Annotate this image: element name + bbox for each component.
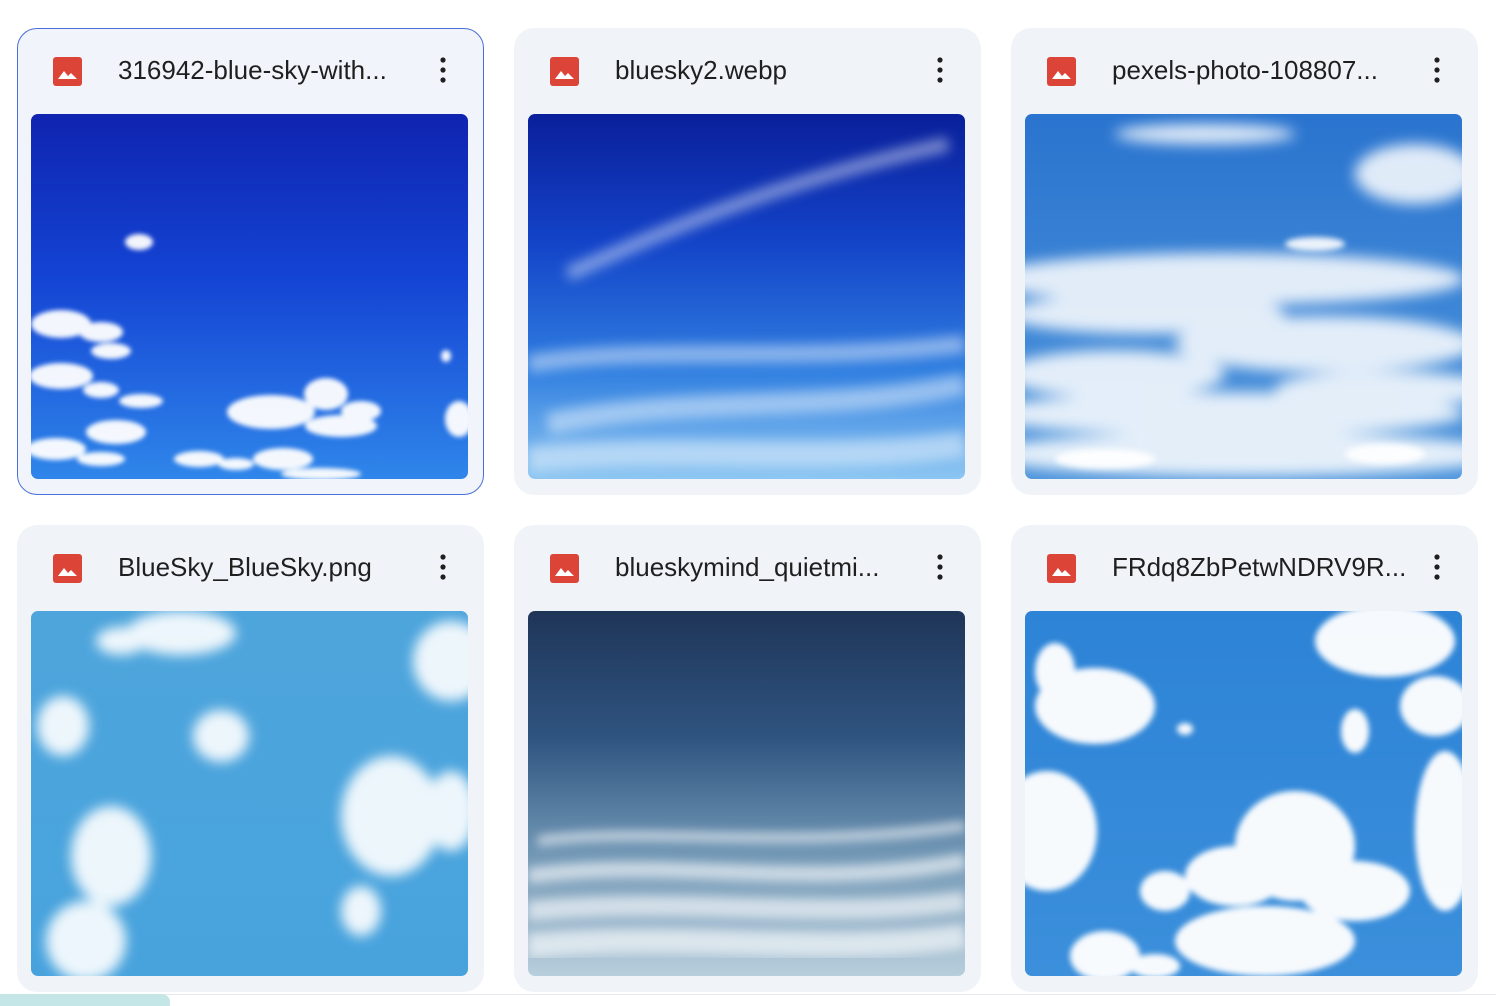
image-file-icon bbox=[1047, 57, 1076, 86]
file-card[interactable]: bluesky2.webp bbox=[514, 28, 981, 495]
image-thumbnail[interactable] bbox=[528, 611, 965, 976]
file-card-header: FRdq8ZbPetwNDRV9R... bbox=[1011, 525, 1478, 611]
file-name: blueskymind_quietmi... bbox=[615, 552, 880, 582]
image-file-icon bbox=[550, 554, 579, 583]
more-options-button[interactable] bbox=[1419, 50, 1455, 90]
file-name: bluesky2.webp bbox=[615, 55, 787, 85]
image-thumbnail[interactable] bbox=[1025, 114, 1462, 479]
file-card[interactable]: FRdq8ZbPetwNDRV9R... bbox=[1011, 525, 1478, 992]
image-thumbnail[interactable] bbox=[31, 611, 468, 976]
file-card[interactable]: BlueSky_BlueSky.png bbox=[17, 525, 484, 992]
file-card-header: 316942-blue-sky-with... bbox=[18, 29, 483, 115]
file-card[interactable]: pexels-photo-108807... bbox=[1011, 28, 1478, 495]
file-card-header: BlueSky_BlueSky.png bbox=[17, 525, 484, 611]
file-card-header: pexels-photo-108807... bbox=[1011, 28, 1478, 114]
file-card-header: bluesky2.webp bbox=[514, 28, 981, 114]
more-options-button[interactable] bbox=[425, 547, 461, 587]
image-file-icon bbox=[550, 57, 579, 86]
file-card[interactable]: blueskymind_quietmi... bbox=[514, 525, 981, 992]
file-card-header: blueskymind_quietmi... bbox=[514, 525, 981, 611]
file-card[interactable]: 316942-blue-sky-with... bbox=[17, 28, 484, 495]
more-options-button[interactable] bbox=[922, 547, 958, 587]
image-thumbnail[interactable] bbox=[1025, 611, 1462, 976]
more-options-button[interactable] bbox=[922, 50, 958, 90]
file-name: FRdq8ZbPetwNDRV9R... bbox=[1112, 552, 1407, 582]
image-thumbnail[interactable] bbox=[528, 114, 965, 479]
image-file-icon bbox=[53, 57, 82, 86]
file-name: 316942-blue-sky-with... bbox=[118, 55, 387, 85]
more-options-button[interactable] bbox=[1419, 547, 1455, 587]
bottom-divider bbox=[0, 994, 1496, 995]
file-name: pexels-photo-108807... bbox=[1112, 55, 1378, 85]
image-file-icon bbox=[1047, 554, 1076, 583]
image-file-icon bbox=[53, 554, 82, 583]
more-options-button[interactable] bbox=[425, 50, 461, 90]
file-name: BlueSky_BlueSky.png bbox=[118, 552, 372, 582]
image-thumbnail[interactable] bbox=[31, 114, 468, 479]
bottom-panel-edge bbox=[0, 994, 170, 1006]
